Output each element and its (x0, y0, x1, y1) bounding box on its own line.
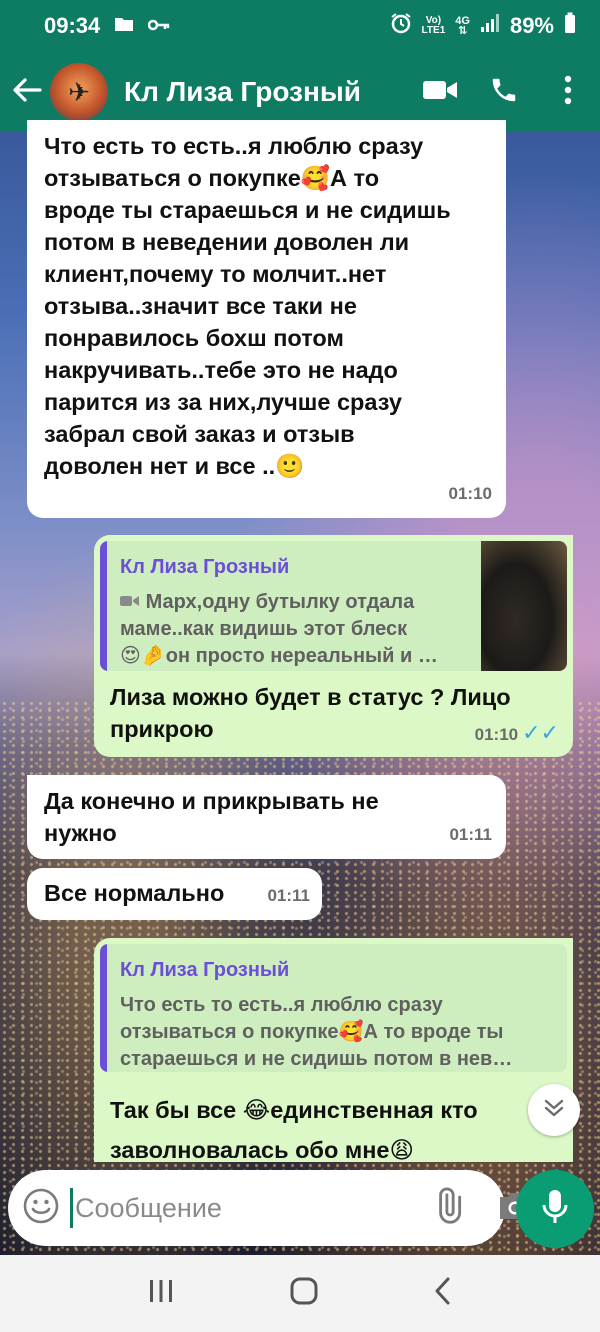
quote-text: Что есть то есть..я люблю сразу отзывать… (120, 994, 513, 1070)
quote-bar (100, 944, 107, 1072)
message-incoming[interactable]: Что есть то есть..я люблю сразу отзывать… (27, 120, 506, 518)
message-text: Да конечно и прикрывать не нужно (44, 788, 379, 846)
home-button[interactable] (289, 1276, 319, 1311)
paperclip-icon (429, 1187, 467, 1230)
recent-apps-button[interactable] (147, 1278, 175, 1309)
recent-apps-icon (147, 1280, 175, 1308)
quote-author: Кл Лиза Грозный (120, 959, 290, 981)
microphone-icon (542, 1189, 568, 1230)
key-icon (148, 16, 170, 37)
emoji-icon (22, 1187, 60, 1230)
message-time: 01:11 (449, 825, 492, 844)
message-text: Так бы все 😂единственная кто заволновала… (110, 1097, 478, 1162)
phone-icon (489, 75, 519, 110)
message-text: Лиза можно будет в статус ? Лицо прикрою (110, 684, 511, 742)
message-input[interactable] (70, 1188, 429, 1228)
chevron-left-icon (433, 1277, 453, 1310)
quote-author: Кл Лиза Грозный (120, 556, 290, 578)
data-type-indicator: 4G ⇅ (455, 15, 470, 37)
video-call-icon (422, 78, 458, 107)
folder-icon (114, 16, 134, 37)
emoji-button[interactable] (22, 1187, 60, 1230)
battery-icon (564, 12, 576, 40)
message-time: 01:11 (267, 886, 310, 905)
quote-text: Марх,одну бутылку отдала маме..как видиш… (120, 591, 438, 667)
read-receipt-icon: ✓✓ (522, 720, 559, 745)
message-time: 01:10 (448, 484, 492, 503)
double-chevron-down-icon (543, 1098, 565, 1123)
scroll-to-bottom-button[interactable] (528, 1084, 580, 1136)
home-icon (289, 1277, 319, 1310)
message-text: Все нормально (44, 880, 225, 906)
contact-name[interactable]: Кл Лиза Грозный (124, 76, 408, 108)
quoted-message[interactable]: Кл Лиза Грозный Марх,одну бутылку отдала… (100, 541, 567, 671)
voice-call-button[interactable] (472, 75, 536, 110)
quote-bar (100, 541, 107, 671)
status-time: 09:34 (44, 13, 101, 38)
message-incoming[interactable]: Все нормально 01:11 (27, 868, 322, 920)
message-incoming[interactable]: Да конечно и прикрывать не нужно 01:11 (27, 775, 506, 859)
message-text: Что есть то есть..я люблю сразу отзывать… (44, 133, 451, 479)
contact-avatar[interactable]: ✈ (50, 63, 108, 121)
message-time: 01:10 ✓✓ (474, 720, 559, 745)
more-options-button[interactable] (536, 75, 600, 110)
attach-button[interactable] (429, 1187, 467, 1230)
back-arrow-icon (12, 77, 42, 108)
message-outgoing[interactable]: Кл Лиза Грозный Что есть то есть..я любл… (94, 938, 573, 1162)
signal-icon (480, 13, 500, 39)
status-bar: 09:34 Vo) LTE1 4G ⇅ 89% (0, 0, 600, 52)
network-indicator: Vo) LTE1 (421, 15, 446, 36)
video-camera-icon (120, 591, 146, 613)
quoted-message[interactable]: Кл Лиза Грозный Что есть то есть..я любл… (100, 944, 567, 1072)
message-outgoing[interactable]: Кл Лиза Грозный Марх,одну бутылку отдала… (94, 535, 573, 757)
quoted-media-thumbnail (481, 541, 567, 671)
message-composer (8, 1170, 530, 1246)
back-nav-button[interactable] (433, 1276, 453, 1311)
airplane-icon: ✈ (68, 76, 90, 107)
video-call-button[interactable] (408, 78, 472, 107)
system-navigation-bar (0, 1255, 600, 1332)
alarm-icon (390, 12, 412, 40)
back-button[interactable] (0, 77, 50, 108)
more-vert-icon (564, 75, 572, 110)
voice-message-button[interactable] (516, 1170, 594, 1248)
battery-level: 89% (509, 13, 554, 38)
